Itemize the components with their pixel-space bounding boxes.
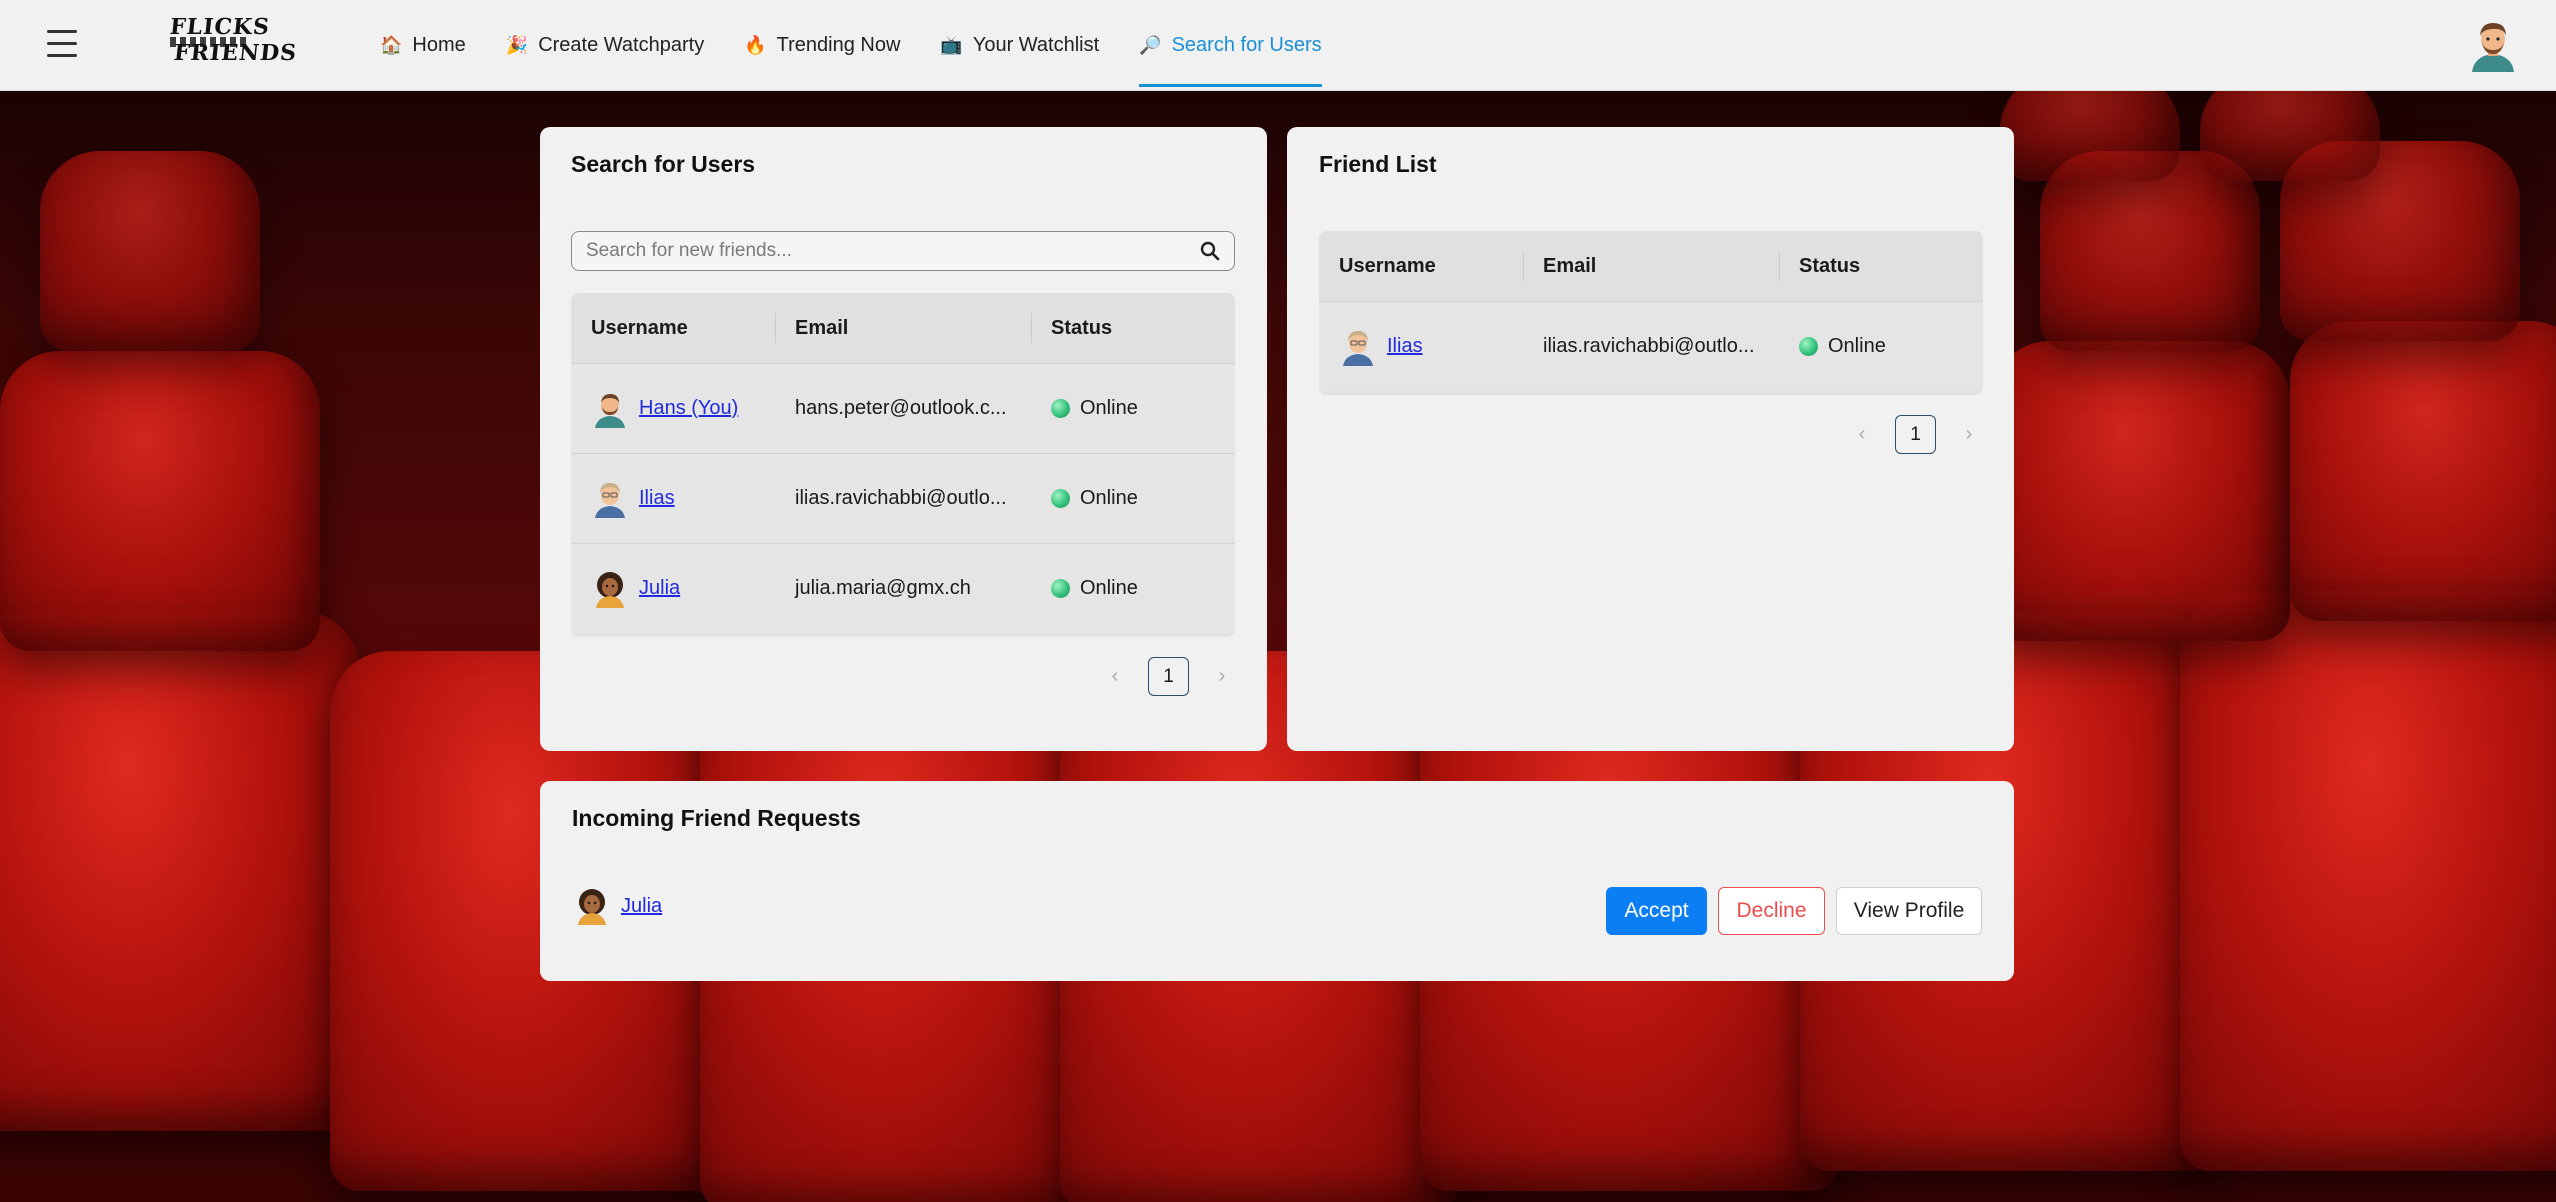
nav-home[interactable]: 🏠 Home (380, 0, 466, 91)
fire-icon: 🔥 (744, 35, 767, 55)
search-pagination: ‹ 1 › (1102, 657, 1235, 696)
column-header-email[interactable]: Email (775, 293, 1031, 363)
friend-requests-title: Incoming Friend Requests (572, 805, 861, 831)
page-number-button[interactable]: 1 (1148, 657, 1189, 696)
top-navbar: FLICKS FRIENDS 🏠 Home 🎉 Create Watchpart… (0, 0, 2556, 91)
friends-pagination: ‹ 1 › (1849, 415, 1982, 454)
cinema-seats-background (0, 91, 2556, 1202)
search-input[interactable] (572, 232, 1172, 270)
magnifier-icon: 🔎 (1139, 35, 1162, 55)
ilias-avatar-icon (1343, 330, 1373, 366)
email-cell: ilias.ravichabbi@outlo... (1543, 335, 1755, 357)
online-status-icon (1051, 399, 1070, 418)
friend-username-link[interactable]: Ilias (1387, 335, 1423, 358)
ilias-avatar-icon (595, 482, 625, 518)
friends-table: Username Email Status Ilias ilias.ravich… (1319, 231, 1983, 395)
status-text: Online (1080, 577, 1138, 599)
view-profile-button[interactable]: View Profile (1836, 887, 1982, 935)
column-header-status[interactable]: Status (1031, 293, 1235, 363)
accept-button[interactable]: Accept (1606, 887, 1707, 935)
next-page-icon[interactable]: › (1956, 423, 1982, 446)
flicks-friends-logo[interactable]: FLICKS FRIENDS (168, 14, 299, 70)
request-item: Julia (573, 887, 662, 925)
column-header-username[interactable]: Username (571, 293, 775, 363)
nav-trending-now[interactable]: 🔥 Trending Now (744, 0, 900, 91)
table-header: Username Email Status (1319, 231, 1983, 301)
search-icon[interactable] (1200, 241, 1220, 261)
tv-icon: 📺 (940, 35, 963, 55)
user-avatar-icon[interactable] (2466, 18, 2520, 72)
search-box (571, 231, 1235, 271)
status-text: Online (1080, 397, 1138, 419)
status-text: Online (1080, 487, 1138, 509)
search-users-card: Search for Users Username Email Status H… (540, 127, 1267, 751)
main-menu: 🏠 Home 🎉 Create Watchparty 🔥 Trending No… (380, 0, 1362, 91)
column-header-status[interactable]: Status (1779, 231, 1983, 301)
users-table: Username Email Status Hans (You) hans.pe… (571, 293, 1235, 637)
page-number-button[interactable]: 1 (1895, 415, 1936, 454)
table-row: Ilias ilias.ravichabbi@outlo... Online (1319, 301, 1983, 391)
decline-button[interactable]: Decline (1718, 887, 1825, 935)
friend-requests-card: Incoming Friend Requests Julia Accept De… (540, 781, 2014, 981)
hamburger-menu-icon[interactable] (47, 30, 77, 58)
nav-search-for-users[interactable]: 🔎 Search for Users (1139, 0, 1323, 91)
column-header-username[interactable]: Username (1319, 231, 1523, 301)
party-popper-icon: 🎉 (505, 35, 529, 55)
online-status-icon (1799, 337, 1818, 356)
julia-avatar-icon (596, 571, 624, 608)
username-link[interactable]: Ilias (639, 487, 675, 510)
table-header: Username Email Status (571, 293, 1235, 363)
next-page-icon[interactable]: › (1209, 665, 1235, 688)
nav-create-watchparty[interactable]: 🎉 Create Watchparty (506, 0, 704, 91)
previous-page-icon[interactable]: ‹ (1102, 665, 1128, 688)
email-cell: julia.maria@gmx.ch (795, 577, 971, 599)
table-row: Hans (You) hans.peter@outlook.c... Onlin… (571, 363, 1235, 453)
email-cell: ilias.ravichabbi@outlo... (795, 487, 1007, 509)
email-cell: hans.peter@outlook.c... (795, 397, 1007, 419)
nav-create-watchparty-label: Create Watchparty (538, 34, 705, 56)
table-row: Julia julia.maria@gmx.ch Online (571, 543, 1235, 633)
logo-line-2: FRIENDS (172, 40, 299, 66)
username-link[interactable]: Julia (639, 577, 680, 600)
house-icon: 🏠 (380, 35, 403, 55)
status-text: Online (1828, 335, 1886, 357)
username-link[interactable]: Hans (You) (639, 397, 738, 420)
column-header-email[interactable]: Email (1523, 231, 1779, 301)
requester-username-link[interactable]: Julia (621, 895, 662, 918)
friend-list-title: Friend List (1319, 151, 1437, 177)
online-status-icon (1051, 489, 1070, 508)
nav-trending-now-label: Trending Now (776, 34, 901, 56)
nav-search-for-users-label: Search for Users (1171, 34, 1322, 56)
julia-avatar-icon (578, 889, 606, 925)
online-status-icon (1051, 579, 1070, 598)
friend-list-card: Friend List Username Email Status Ilias … (1287, 127, 2014, 751)
logo-line-1: FLICKS (168, 14, 272, 40)
nav-your-watchlist-label: Your Watchlist (972, 34, 1100, 56)
hans-avatar-icon (595, 393, 625, 428)
search-users-title: Search for Users (571, 151, 756, 177)
nav-home-label: Home (412, 34, 466, 56)
table-row: Ilias ilias.ravichabbi@outlo... Online (571, 453, 1235, 543)
nav-your-watchlist[interactable]: 📺 Your Watchlist (940, 0, 1099, 91)
previous-page-icon[interactable]: ‹ (1849, 423, 1875, 446)
